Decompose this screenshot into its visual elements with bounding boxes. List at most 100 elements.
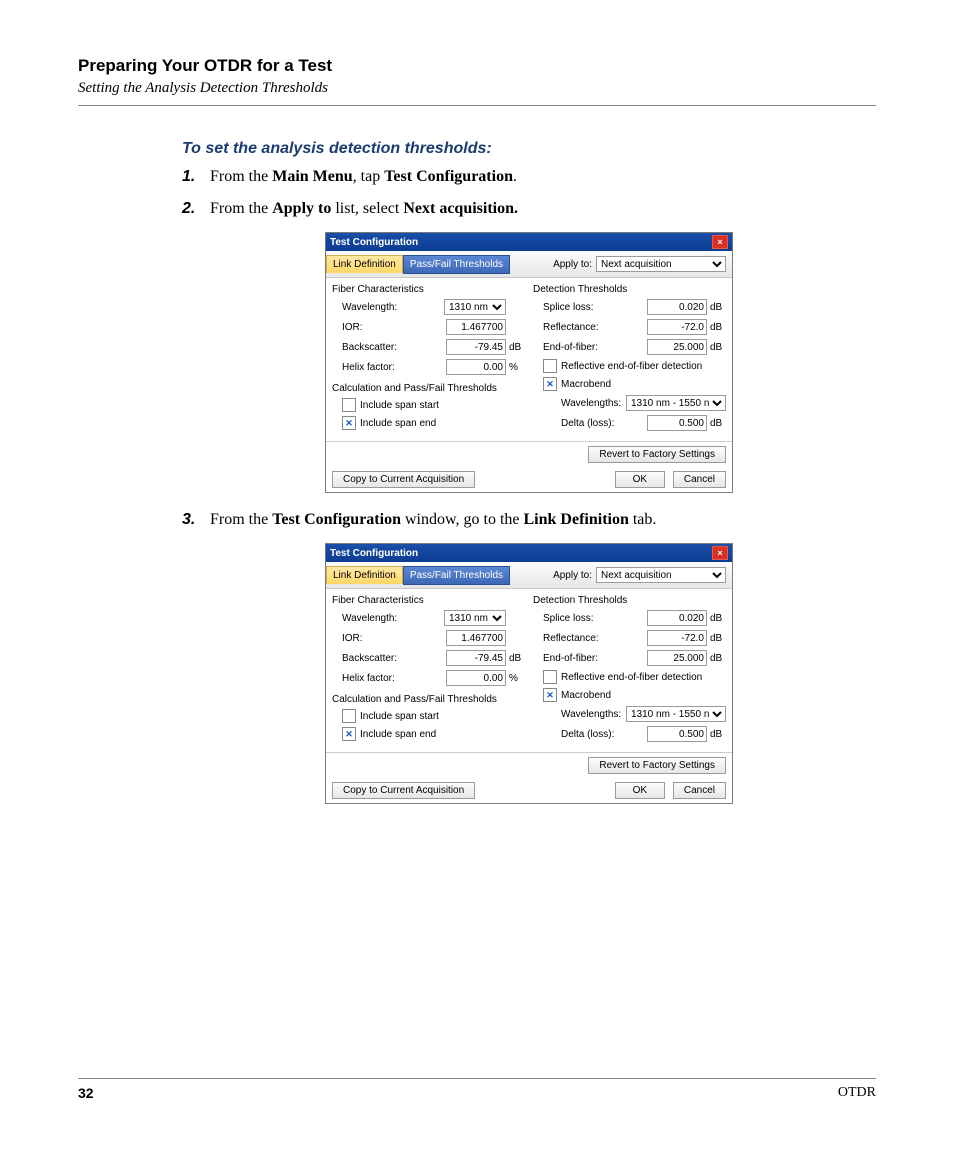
tab-link-definition[interactable]: Link Definition xyxy=(326,255,403,273)
eof-label-2: End-of-fiber: xyxy=(543,653,647,664)
span-start-checkbox-2[interactable] xyxy=(342,709,356,723)
wavelength-select-2[interactable]: 1310 nm xyxy=(444,610,506,626)
ior-label-2: IOR: xyxy=(342,633,446,644)
eof-unit-2: dB xyxy=(710,653,726,664)
detect-group-title: Detection Thresholds xyxy=(533,284,726,295)
helix-unit-2: % xyxy=(509,673,525,684)
tab-passfail[interactable]: Pass/Fail Thresholds xyxy=(403,255,510,274)
apply-to-label: Apply to: xyxy=(553,259,592,270)
helix-unit: % xyxy=(509,362,525,373)
step-2-pre: From the xyxy=(210,200,272,217)
eof-unit: dB xyxy=(710,342,726,353)
page-number: 32 xyxy=(78,1085,94,1101)
reflective-eof-checkbox[interactable] xyxy=(543,359,557,373)
span-end-label: Include span end xyxy=(360,418,436,429)
backscatter-label: Backscatter: xyxy=(342,342,446,353)
close-icon[interactable]: × xyxy=(712,235,728,249)
macrobend-checkbox[interactable]: ✕ xyxy=(543,377,557,391)
wavelengths-select-2[interactable]: 1310 nm - 1550 nm xyxy=(626,706,726,722)
detect-group-title-2: Detection Thresholds xyxy=(533,595,726,606)
cancel-button-2[interactable]: Cancel xyxy=(673,782,726,799)
step-3-b2: Link Definition xyxy=(524,511,629,528)
refl-label-2: Reflectance: xyxy=(543,633,647,644)
page-title: Preparing Your OTDR for a Test xyxy=(78,56,876,76)
fiber-group-title: Fiber Characteristics xyxy=(332,284,525,295)
refl-input-2[interactable] xyxy=(647,630,707,646)
splice-unit-2: dB xyxy=(710,613,726,624)
backscatter-unit: dB xyxy=(509,342,525,353)
fiber-group-title-2: Fiber Characteristics xyxy=(332,595,525,606)
step-3-num: 3. xyxy=(182,511,210,529)
delta-input-2[interactable] xyxy=(647,726,707,742)
dialog-2: Test Configuration × Link Definition Pas… xyxy=(325,543,733,804)
close-icon-2[interactable]: × xyxy=(712,546,728,560)
backscatter-input-2[interactable] xyxy=(446,650,506,666)
span-start-label: Include span start xyxy=(360,400,439,411)
step-1-post: . xyxy=(513,168,517,185)
splice-input[interactable] xyxy=(647,299,707,315)
refl-unit: dB xyxy=(710,322,726,333)
delta-label: Delta (loss): xyxy=(561,418,647,429)
eof-input-2[interactable] xyxy=(647,650,707,666)
tab-link-definition-2[interactable]: Link Definition xyxy=(326,566,403,584)
copy-button-2[interactable]: Copy to Current Acquisition xyxy=(332,782,475,799)
span-start-checkbox[interactable] xyxy=(342,398,356,412)
ior-input[interactable] xyxy=(446,319,506,335)
reflective-eof-checkbox-2[interactable] xyxy=(543,670,557,684)
revert-button[interactable]: Revert to Factory Settings xyxy=(588,446,726,463)
wavelength-select[interactable]: 1310 nm xyxy=(444,299,506,315)
ok-button[interactable]: OK xyxy=(615,471,665,488)
delta-unit-2: dB xyxy=(710,729,726,740)
step-1-num: 1. xyxy=(182,168,210,186)
col-right-2: Detection Thresholds Splice loss: dB Refl… xyxy=(533,593,726,746)
wavelengths-label: Wavelengths: xyxy=(561,398,626,409)
ior-label: IOR: xyxy=(342,322,446,333)
step-1-pre: From the xyxy=(210,168,272,185)
backscatter-input[interactable] xyxy=(446,339,506,355)
splice-input-2[interactable] xyxy=(647,610,707,626)
splice-label-2: Splice loss: xyxy=(543,613,647,624)
helix-input[interactable] xyxy=(446,359,506,375)
step-3: 3. From the Test Configuration window, g… xyxy=(182,511,876,529)
cancel-button[interactable]: Cancel xyxy=(673,471,726,488)
eof-input[interactable] xyxy=(647,339,707,355)
ok-button-2[interactable]: OK xyxy=(615,782,665,799)
col-left: Fiber Characteristics Wavelength: 1310 n… xyxy=(332,282,525,435)
span-start-label-2: Include span start xyxy=(360,711,439,722)
copy-button[interactable]: Copy to Current Acquisition xyxy=(332,471,475,488)
step-3-post: tab. xyxy=(629,511,657,528)
dialog-titlebar: Test Configuration × xyxy=(326,233,732,251)
helix-input-2[interactable] xyxy=(446,670,506,686)
apply-to-select-2[interactable]: Next acquisition xyxy=(596,567,726,583)
step-1-b2: Test Configuration xyxy=(384,168,513,185)
step-1-b1: Main Menu xyxy=(272,168,352,185)
page-subtitle: Setting the Analysis Detection Threshold… xyxy=(78,80,876,97)
helix-label-2: Helix factor: xyxy=(342,673,446,684)
span-end-checkbox-2[interactable]: ✕ xyxy=(342,727,356,741)
tabbar: Link Definition Pass/Fail Thresholds App… xyxy=(326,251,732,278)
wavelength-label-2: Wavelength: xyxy=(342,613,444,624)
product-name: OTDR xyxy=(838,1085,876,1101)
macrobend-checkbox-2[interactable]: ✕ xyxy=(543,688,557,702)
wavelengths-label-2: Wavelengths: xyxy=(561,709,626,720)
refl-label: Reflectance: xyxy=(543,322,647,333)
calc-group-title-2: Calculation and Pass/Fail Thresholds xyxy=(332,694,525,705)
wavelengths-select[interactable]: 1310 nm - 1550 nm xyxy=(626,395,726,411)
revert-button-2[interactable]: Revert to Factory Settings xyxy=(588,757,726,774)
span-end-checkbox[interactable]: ✕ xyxy=(342,416,356,430)
step-1-mid: , tap xyxy=(353,168,385,185)
page-footer: 32 OTDR xyxy=(78,1078,876,1101)
apply-to-select[interactable]: Next acquisition xyxy=(596,256,726,272)
dialog-title: Test Configuration xyxy=(330,237,418,248)
tabbar-2: Link Definition Pass/Fail Thresholds App… xyxy=(326,562,732,589)
step-2-mid: list, select xyxy=(331,200,403,217)
splice-label: Splice loss: xyxy=(543,302,647,313)
eof-label: End-of-fiber: xyxy=(543,342,647,353)
apply-to-label-2: Apply to: xyxy=(553,570,592,581)
step-2-b1: Apply to xyxy=(272,200,331,217)
tab-passfail-2[interactable]: Pass/Fail Thresholds xyxy=(403,566,510,585)
step-2-num: 2. xyxy=(182,200,210,218)
delta-input[interactable] xyxy=(647,415,707,431)
ior-input-2[interactable] xyxy=(446,630,506,646)
refl-input[interactable] xyxy=(647,319,707,335)
